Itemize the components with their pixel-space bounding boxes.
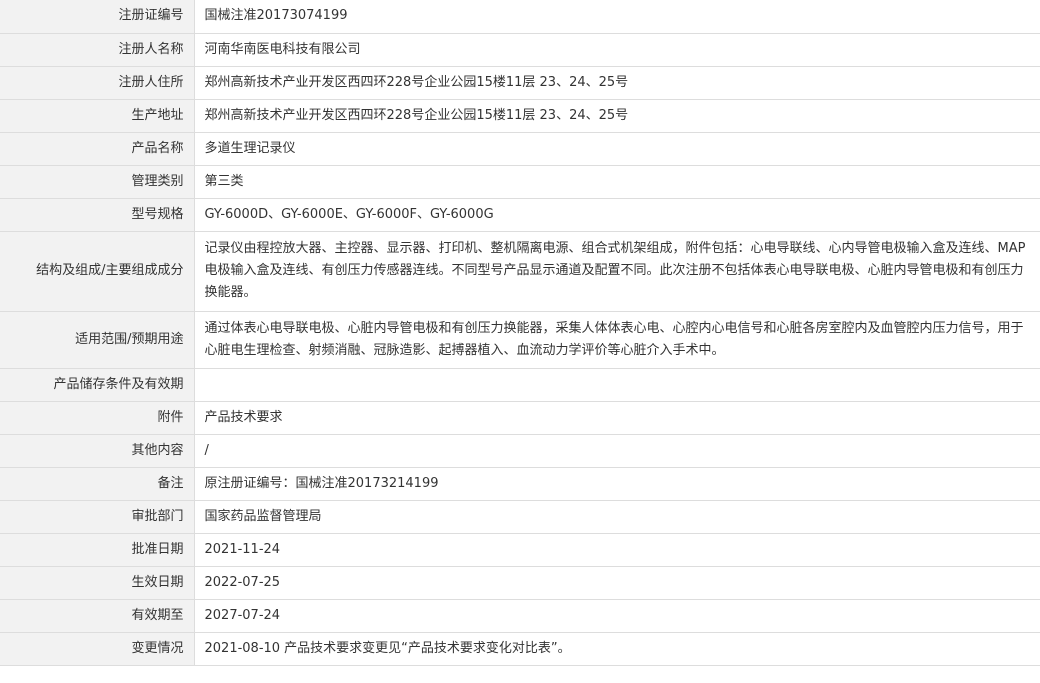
field-label: 管理类别 [0, 164, 195, 199]
row-product-name: 产品名称 多道生理记录仪 [0, 131, 1040, 166]
row-storage-conditions: 产品储存条件及有效期 [0, 367, 1040, 402]
row-valid-until: 有效期至 2027-07-24 [0, 598, 1040, 633]
row-approval-department: 审批部门 国家药品监督管理局 [0, 499, 1040, 534]
field-label: 变更情况 [0, 631, 195, 666]
row-management-category: 管理类别 第三类 [0, 164, 1040, 199]
field-label: 附件 [0, 400, 195, 435]
field-value: 第三类 [193, 164, 1040, 199]
row-registration-number: 注册证编号 国械注准20173074199 [0, 0, 1040, 34]
field-label: 适用范围/预期用途 [0, 310, 195, 369]
field-label: 审批部门 [0, 499, 195, 534]
row-registrant-name: 注册人名称 河南华南医电科技有限公司 [0, 32, 1040, 67]
row-change-history: 变更情况 2021-08-10 产品技术要求变更见“产品技术要求变化对比表”。 [0, 631, 1040, 666]
row-production-address: 生产地址 郑州高新技术产业开发区西四环228号企业公园15楼11层 23、24、… [0, 98, 1040, 133]
field-value: 产品技术要求 [193, 400, 1040, 435]
row-other-content: 其他内容 / [0, 433, 1040, 468]
field-label: 注册证编号 [0, 0, 195, 34]
field-value: 国械注准20173074199 [193, 0, 1040, 34]
field-label: 其他内容 [0, 433, 195, 468]
field-label: 生效日期 [0, 565, 195, 600]
field-value: 郑州高新技术产业开发区西四环228号企业公园15楼11层 23、24、25号 [193, 65, 1040, 100]
row-registrant-address: 注册人住所 郑州高新技术产业开发区西四环228号企业公园15楼11层 23、24… [0, 65, 1040, 100]
field-value: 记录仪由程控放大器、主控器、显示器、打印机、整机隔离电源、组合式机架组成，附件包… [193, 230, 1040, 312]
field-value: 2021-08-10 产品技术要求变更见“产品技术要求变化对比表”。 [193, 631, 1040, 666]
field-label: 生产地址 [0, 98, 195, 133]
field-label: 注册人住所 [0, 65, 195, 100]
field-value: 国家药品监督管理局 [193, 499, 1040, 534]
field-label: 批准日期 [0, 532, 195, 567]
field-value [193, 367, 1040, 402]
row-approval-date: 批准日期 2021-11-24 [0, 532, 1040, 567]
registration-detail-table: 注册证编号 国械注准20173074199 注册人名称 河南华南医电科技有限公司… [0, 0, 1040, 666]
field-label: 型号规格 [0, 197, 195, 232]
field-value: 郑州高新技术产业开发区西四环228号企业公园15楼11层 23、24、25号 [193, 98, 1040, 133]
field-label: 产品名称 [0, 131, 195, 166]
field-value: 原注册证编号：国械注准20173214199 [193, 466, 1040, 501]
row-remarks: 备注 原注册证编号：国械注准20173214199 [0, 466, 1040, 501]
field-value: 2027-07-24 [193, 598, 1040, 633]
field-label: 注册人名称 [0, 32, 195, 67]
field-value: / [193, 433, 1040, 468]
row-effective-date: 生效日期 2022-07-25 [0, 565, 1040, 600]
field-value: 多道生理记录仪 [193, 131, 1040, 166]
field-value: 2021-11-24 [193, 532, 1040, 567]
field-value: 河南华南医电科技有限公司 [193, 32, 1040, 67]
row-attachment: 附件 产品技术要求 [0, 400, 1040, 435]
row-model-spec: 型号规格 GY-6000D、GY-6000E、GY-6000F、GY-6000G [0, 197, 1040, 232]
field-label: 产品储存条件及有效期 [0, 367, 195, 402]
field-value: 2022-07-25 [193, 565, 1040, 600]
row-intended-use: 适用范围/预期用途 通过体表心电导联电极、心脏内导管电极和有创压力换能器，采集人… [0, 310, 1040, 369]
row-structure-composition: 结构及组成/主要组成成分 记录仪由程控放大器、主控器、显示器、打印机、整机隔离电… [0, 230, 1040, 312]
field-label: 有效期至 [0, 598, 195, 633]
field-value: GY-6000D、GY-6000E、GY-6000F、GY-6000G [193, 197, 1040, 232]
field-label: 结构及组成/主要组成成分 [0, 230, 195, 312]
field-label: 备注 [0, 466, 195, 501]
field-value: 通过体表心电导联电极、心脏内导管电极和有创压力换能器，采集人体体表心电、心腔内心… [193, 310, 1040, 369]
